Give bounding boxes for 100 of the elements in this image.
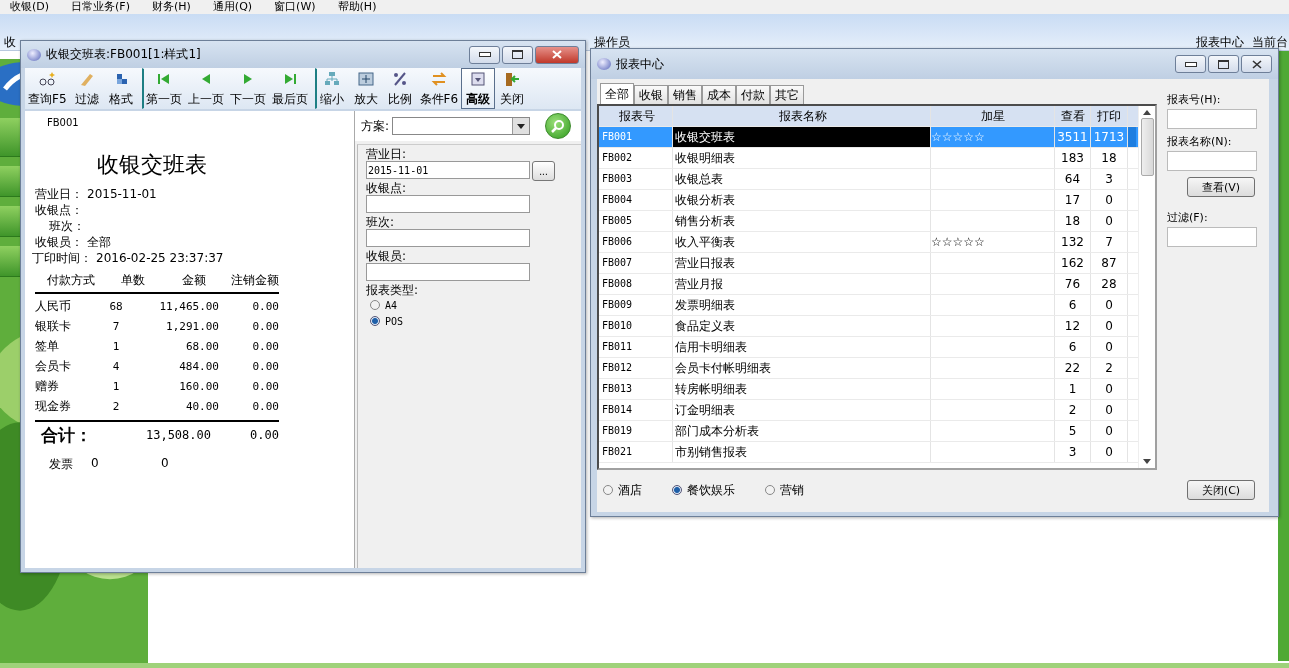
input-field[interactable] — [366, 229, 530, 247]
input-field[interactable] — [1167, 227, 1257, 247]
toolbar-button[interactable]: 条件F6 — [416, 68, 462, 109]
sidebar-button[interactable] — [0, 246, 20, 277]
toolbar-button[interactable]: 关闭 — [495, 68, 530, 109]
menu-item[interactable]: 通用(Q) — [212, 1, 253, 13]
menu-item[interactable]: 日常业务(F) — [71, 1, 130, 13]
close-button[interactable]: 关闭(C) — [1187, 480, 1255, 500]
scrollbar[interactable] — [1138, 106, 1155, 468]
expand-icon — [356, 71, 375, 87]
toolbar-button[interactable]: 第一页 — [141, 68, 185, 109]
input-field[interactable] — [1167, 109, 1257, 129]
menu-item[interactable]: 窗口(W) — [274, 1, 316, 13]
tab[interactable]: 销售 — [668, 85, 702, 104]
table-row[interactable]: FB004 收银分析表 17 0 — [599, 190, 1138, 211]
minimize-button[interactable] — [469, 45, 500, 64]
field-label: 营业日: — [366, 147, 408, 161]
minimize-button[interactable] — [1175, 55, 1206, 73]
table-cell: 22 — [1055, 358, 1091, 378]
table-row[interactable]: FB007 营业日报表 162 87 — [599, 253, 1138, 274]
table-cell: 0 — [1091, 190, 1128, 210]
table-row[interactable]: FB013 转房帐明细表 1 0 — [599, 379, 1138, 400]
toolbar-button[interactable]: 操作员 — [594, 34, 630, 52]
total-void: 0.00 — [249, 428, 279, 442]
table-row[interactable]: FB010 食品定义表 12 0 — [599, 316, 1138, 337]
toolbar-button[interactable]: 最后页 — [268, 68, 311, 109]
table-row[interactable]: FB009 发票明细表 6 0 — [599, 295, 1138, 316]
table-cell: 0 — [1091, 442, 1128, 462]
table-row[interactable]: FB006 收入平衡表 ☆☆☆☆☆ 132 7 — [599, 232, 1138, 253]
tab[interactable]: 收银 — [634, 85, 668, 104]
table-row[interactable]: FB001 收银交班表 ☆☆☆☆☆ 3511 1713 — [599, 127, 1138, 148]
scheme-dropdown[interactable] — [392, 117, 531, 135]
toolbar-button[interactable]: 收 — [4, 34, 16, 52]
close-icon — [552, 50, 562, 59]
radio-label: 营销 — [780, 481, 804, 499]
table-cell-text: 0.00 — [251, 319, 279, 333]
toolbar-button[interactable]: 上一页 — [184, 68, 227, 109]
table-cell: 0 — [1091, 400, 1128, 420]
sidebar-button[interactable] — [0, 118, 20, 157]
info-label: 营业日： — [35, 187, 83, 201]
table-cell: 18 — [1091, 148, 1128, 168]
info-label: 班次： — [49, 219, 85, 233]
menu-item[interactable]: 帮助(H) — [337, 1, 377, 13]
table-row[interactable]: FB002 收银明细表 183 18 — [599, 148, 1138, 169]
radio-button[interactable] — [603, 485, 613, 495]
report-title: 收银交班表 — [97, 151, 207, 179]
maximize-button[interactable] — [1208, 55, 1239, 73]
column-header: 打印 — [1091, 106, 1128, 126]
table-row[interactable]: FB008 营业月报 76 28 — [599, 274, 1138, 295]
close-button[interactable] — [535, 45, 579, 64]
table-row[interactable]: FB014 订金明细表 2 0 — [599, 400, 1138, 421]
picker-button[interactable]: ... — [532, 161, 555, 181]
toolbar-button[interactable]: 放大 — [348, 68, 383, 109]
toolbar-button[interactable]: 高级 — [461, 68, 496, 109]
close-button[interactable] — [1241, 55, 1272, 73]
table-cell: 收银分析表 — [673, 190, 931, 210]
scroll-down-icon[interactable] — [1143, 459, 1151, 464]
table-cell: FB002 — [599, 148, 673, 168]
table-cell: 162 — [1055, 253, 1091, 273]
input-field[interactable]: 2015-11-01 — [366, 161, 530, 179]
table-row[interactable]: FB011 信用卡明细表 6 0 — [599, 337, 1138, 358]
menu-item[interactable]: 收银(D) — [10, 1, 50, 13]
toolbar-button[interactable]: 缩小 — [314, 68, 349, 109]
table-row[interactable]: FB005 销售分析表 18 0 — [599, 211, 1138, 232]
input-field[interactable] — [366, 263, 530, 281]
table-row[interactable]: FB021 市别销售报表 3 0 — [599, 442, 1138, 463]
scroll-up-icon[interactable] — [1143, 110, 1151, 115]
table-cell: FB010 — [599, 316, 673, 336]
tab[interactable]: 成本 — [702, 85, 736, 104]
input-field[interactable] — [366, 195, 530, 213]
table-cell-text: 160.00 — [178, 379, 219, 393]
toolbar-button[interactable]: 查询F5 — [25, 68, 70, 109]
table-cell: FB009 — [599, 295, 673, 315]
toolbar-button[interactable]: 过滤 — [69, 68, 104, 109]
table-row[interactable]: FB019 部门成本分析表 5 0 — [599, 421, 1138, 442]
tab[interactable]: 全部 — [600, 83, 634, 104]
toolbar-button[interactable]: 报表中心 — [1196, 34, 1244, 52]
sidebar-button[interactable] — [0, 166, 20, 197]
tab[interactable]: 付款 — [736, 85, 770, 104]
table-cell-text: 银联卡 — [35, 317, 72, 335]
radio-button[interactable] — [672, 485, 682, 495]
toolbar-button[interactable]: 当前台 — [1252, 34, 1288, 52]
table-cell: 0 — [1091, 211, 1128, 231]
search-button[interactable] — [545, 113, 572, 139]
radio-button[interactable] — [765, 485, 775, 495]
maximize-button[interactable] — [502, 45, 533, 64]
table-row[interactable]: FB012 会员卡付帐明细表 22 2 — [599, 358, 1138, 379]
scroll-thumb[interactable] — [1140, 118, 1154, 176]
sidebar-button[interactable] — [0, 206, 20, 237]
toolbar-button[interactable]: 格式 — [103, 68, 138, 109]
input-field[interactable] — [1167, 151, 1257, 171]
toolbar-button[interactable]: 比例 — [382, 68, 417, 109]
table-cell: 6 — [1055, 295, 1091, 315]
radio-button[interactable] — [370, 300, 380, 310]
table-row[interactable]: FB003 收银总表 64 3 — [599, 169, 1138, 190]
radio-button[interactable] — [370, 316, 380, 326]
view-button[interactable]: 查看(V) — [1187, 177, 1255, 197]
menu-item[interactable]: 财务(H) — [152, 1, 191, 13]
tab[interactable]: 其它 — [770, 85, 804, 104]
toolbar-button[interactable]: 下一页 — [226, 68, 269, 109]
